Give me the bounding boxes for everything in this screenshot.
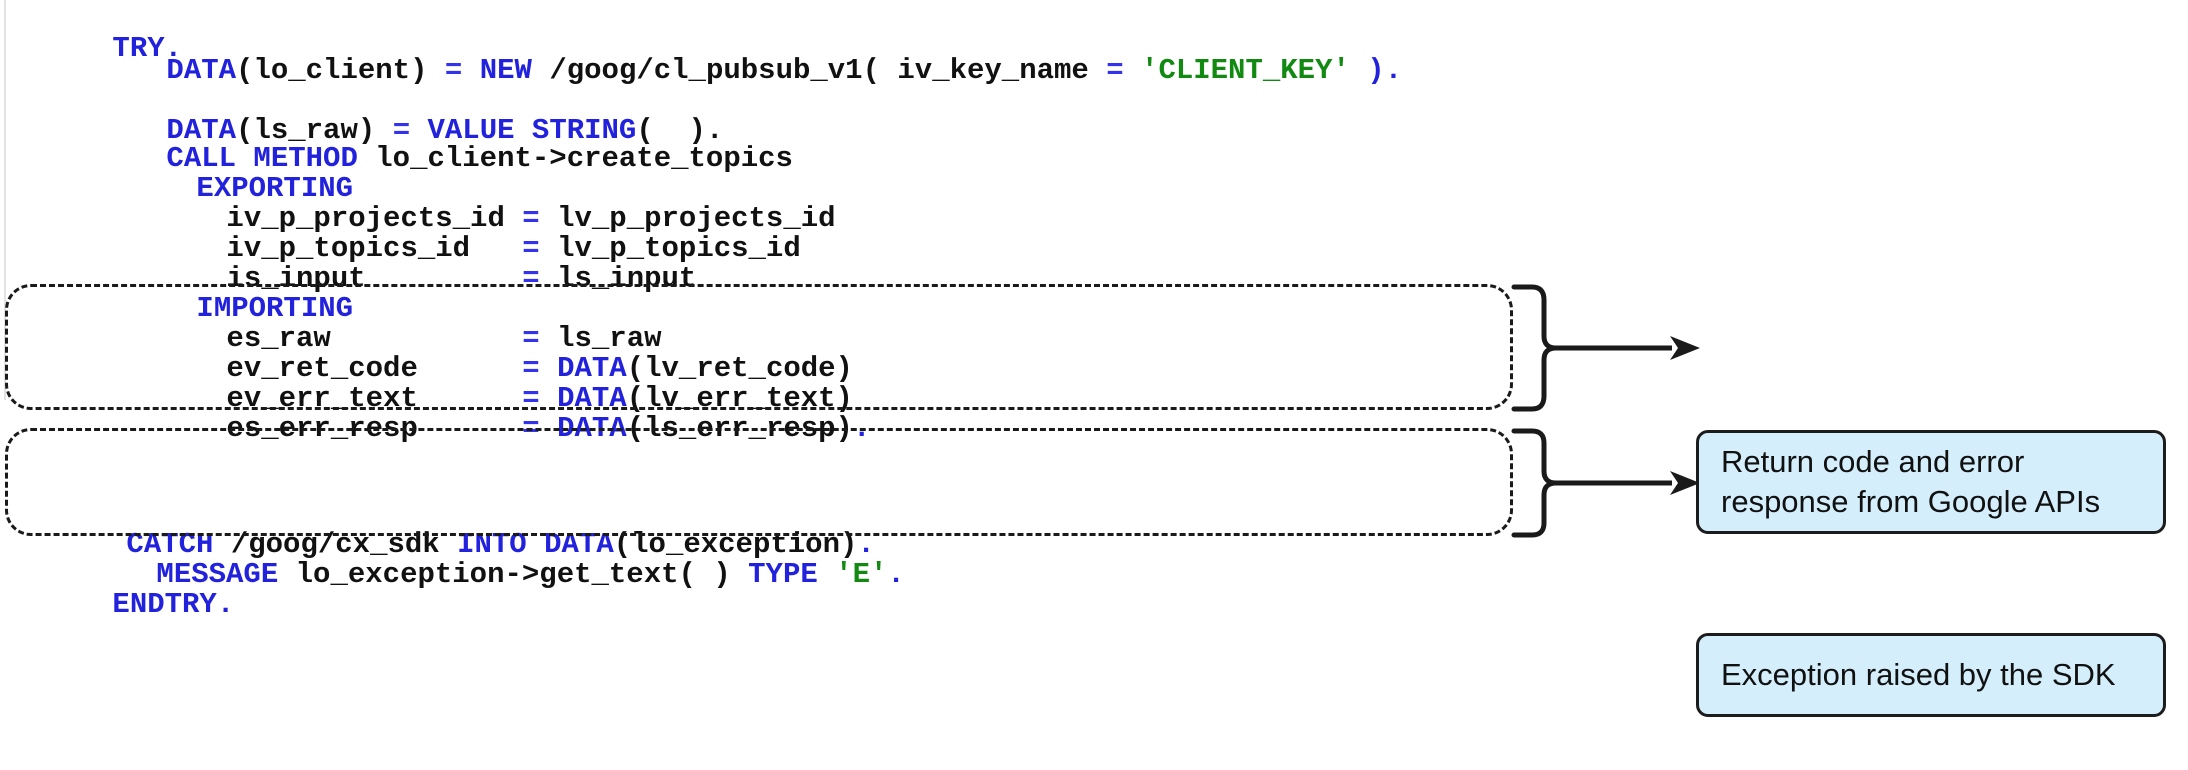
dashed-box-importing-params — [5, 284, 1513, 410]
arrow-to-catch-callout — [1554, 471, 1700, 495]
callout-catch-annotation: Exception raised by the SDK — [1696, 633, 2166, 717]
callout-importing-label: Return code and error response from Goog… — [1721, 444, 2101, 519]
arrow-to-importing-callout — [1554, 336, 1700, 360]
dashed-box-catch-block — [5, 428, 1513, 536]
callout-catch-label: Exception raised by the SDK — [1721, 657, 2116, 692]
callout-importing-annotation: Return code and error response from Goog… — [1696, 430, 2166, 534]
code-line-endtry: ENDTRY. — [112, 588, 235, 621]
code-annotation-diagram: TRY. DATA(lo_client) = NEW /goog/cl_pubs… — [0, 0, 2188, 770]
